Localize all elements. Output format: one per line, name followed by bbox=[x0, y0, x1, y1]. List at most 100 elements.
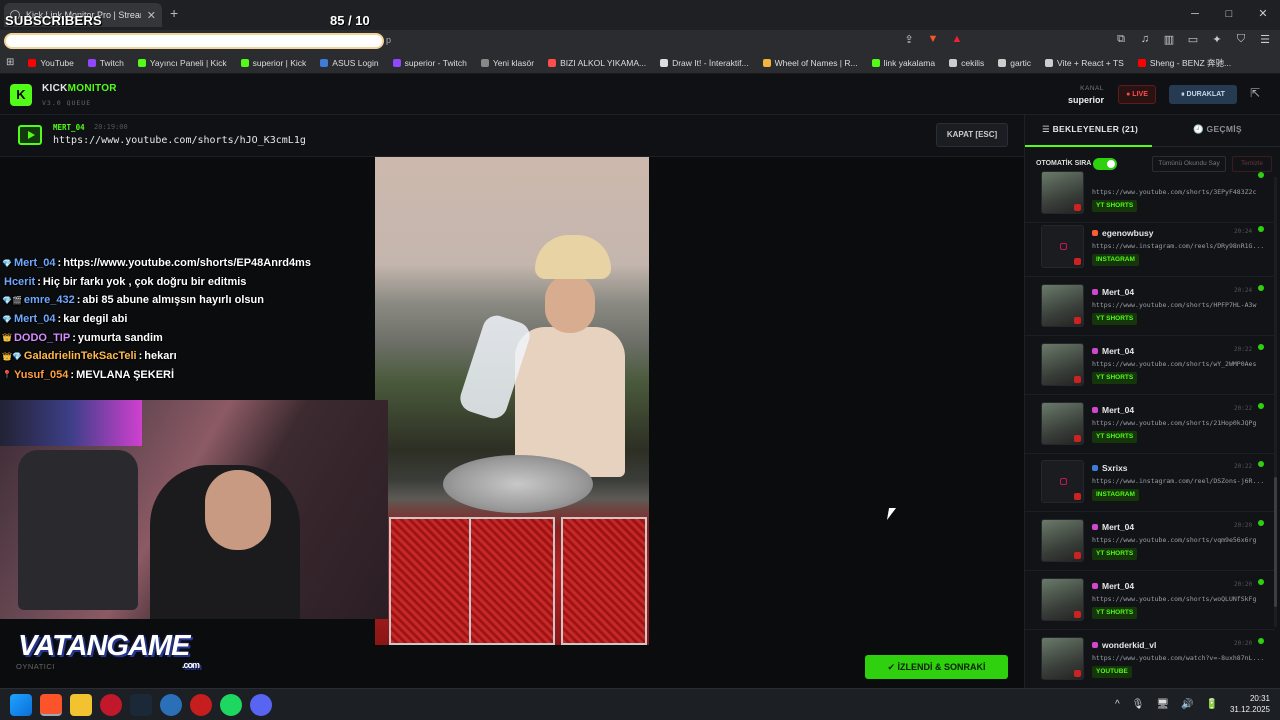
close-player-button[interactable]: KAPAT [ESC] bbox=[936, 123, 1008, 147]
chat-message: 💎 Mert_04: https://www.youtube.com/shorts/… bbox=[0, 254, 380, 273]
tray-chevron-icon[interactable]: ^ bbox=[1115, 699, 1120, 710]
queue-item[interactable]: Sxrixs 20:22 https://www.instagram.com/ree… bbox=[1025, 456, 1275, 512]
queue-item[interactable]: Mert_04 20:20 https://www.youtube.com/shor… bbox=[1025, 515, 1275, 571]
online-indicator-icon bbox=[1258, 520, 1264, 526]
bookmark-item[interactable]: Yeni klasör bbox=[480, 58, 534, 68]
bookmark-item[interactable]: gartic bbox=[998, 58, 1031, 68]
monitor-icon[interactable]: 🖥 bbox=[1156, 699, 1169, 710]
queue-url[interactable]: https://www.instagram.com/reel/DSZons-j6… bbox=[1092, 477, 1264, 485]
online-indicator-icon bbox=[1258, 226, 1264, 232]
bookmark-item[interactable]: Draw It! - İnteraktif... bbox=[660, 58, 749, 68]
sidebar-icon[interactable]: ▥ bbox=[1162, 33, 1176, 46]
queue-username-text: wonderkid_vl bbox=[1102, 640, 1157, 650]
queue-url[interactable]: https://www.youtube.com/shorts/vqm9e56x6… bbox=[1092, 536, 1264, 544]
queue-item[interactable]: Mert_04 20:20 https://www.youtube.com/shor… bbox=[1025, 574, 1275, 630]
new-tab-button[interactable]: + bbox=[170, 5, 178, 21]
maximize-button[interactable]: □ bbox=[1212, 0, 1246, 28]
queue-url[interactable]: https://www.instagram.com/reels/DRy98nR1… bbox=[1092, 242, 1264, 250]
chat-message: 💎 Mert_04: kar degil abi bbox=[0, 310, 380, 329]
queue-item[interactable]: wonderkid_vl 20:20 https://www.youtube.com… bbox=[1025, 633, 1275, 688]
bookmark-item[interactable]: Sheng - BENZ 奔驰... bbox=[1137, 57, 1231, 69]
chat-username[interactable]: emre_432 bbox=[24, 294, 75, 306]
bookmark-item[interactable]: Vite + React + TS bbox=[1045, 58, 1124, 68]
share-icon[interactable]: ⇪ bbox=[902, 33, 916, 46]
battery-icon[interactable]: 🔋 bbox=[1206, 699, 1218, 710]
queue-platform-tag: INSTAGRAM bbox=[1092, 254, 1139, 266]
queue-url[interactable]: https://www.youtube.com/shorts/woQLUNfSk… bbox=[1092, 595, 1264, 603]
bookmark-item[interactable]: Yayıncı Paneli | Kick bbox=[137, 58, 227, 68]
bookmark-item[interactable]: cekilis bbox=[949, 58, 984, 68]
bookmark-item[interactable]: BIZI ALKOL YIKAMA... bbox=[548, 58, 646, 68]
chat-message: 💎🎬 emre_432: abi 85 abune almışsın hayırlı… bbox=[0, 291, 380, 310]
chat-separator: : bbox=[76, 294, 81, 307]
bookmark-label: Wheel of Names | R... bbox=[774, 57, 858, 68]
queue-url[interactable]: https://www.youtube.com/shorts/21Hop0kJQ… bbox=[1092, 419, 1264, 427]
queue-item[interactable]: egenowbusy 20:24 https://www.instagram.com… bbox=[1025, 221, 1275, 277]
queue-item[interactable]: https://www.youtube.com/shorts/3EPyF483Z… bbox=[1025, 167, 1275, 223]
minimize-button[interactable]: ─ bbox=[1178, 0, 1212, 28]
menu-icon[interactable]: ☰ bbox=[1258, 33, 1272, 46]
subscribers-overlay-label: SUBSCRIBERS bbox=[5, 13, 102, 28]
red-app-icon[interactable] bbox=[190, 694, 212, 716]
media-icon[interactable]: ♫ bbox=[1138, 33, 1152, 46]
queue-item[interactable]: Mert_04 20:22 https://www.youtube.com/shor… bbox=[1025, 339, 1275, 395]
tab-queue[interactable]: ☰ BEKLEYENLER (21) bbox=[1042, 124, 1138, 135]
popout-icon[interactable]: ⇱ bbox=[1250, 86, 1260, 100]
os-taskbar: ^ 🎙 🖥 🔊 🔋 20:31 31.12.2025 bbox=[0, 688, 1280, 720]
queue-item[interactable]: Mert_04 20:22 https://www.youtube.com/shor… bbox=[1025, 398, 1275, 454]
chat-username[interactable]: Mert_04 bbox=[14, 313, 56, 325]
taskbar-clock[interactable]: 20:31 31.12.2025 bbox=[1230, 693, 1270, 715]
extensions-icon[interactable]: ⧉ bbox=[1114, 33, 1128, 46]
queue-url[interactable]: https://www.youtube.com/shorts/HPFP7HL-A… bbox=[1092, 301, 1264, 309]
globe-app-icon[interactable] bbox=[160, 694, 182, 716]
now-playing-url[interactable]: https://www.youtube.com/shorts/hJO_K3cmL… bbox=[53, 135, 306, 146]
vpn-icon[interactable]: ⛉ bbox=[1234, 33, 1248, 46]
queue-thumbnail bbox=[1041, 402, 1084, 445]
windows-start-icon[interactable] bbox=[10, 694, 32, 716]
bookmark-item[interactable]: Twitch bbox=[87, 58, 124, 68]
player-label: OYNATICI bbox=[16, 662, 55, 671]
queue-item[interactable]: Mert_04 20:24 https://www.youtube.com/shor… bbox=[1025, 280, 1275, 336]
bookmark-item[interactable]: superior | Kick bbox=[240, 58, 306, 68]
bookmark-item[interactable]: superior - Twitch bbox=[392, 58, 467, 68]
rewards-icon[interactable]: ▲ bbox=[950, 33, 964, 46]
leo-icon[interactable]: ✦ bbox=[1210, 33, 1224, 46]
queue-url[interactable]: https://www.youtube.com/watch?v=-8uxh87n… bbox=[1092, 654, 1264, 662]
spotify-icon[interactable] bbox=[220, 694, 242, 716]
close-window-button[interactable]: ✕ bbox=[1246, 0, 1280, 28]
watched-next-button[interactable]: ✔ İZLENDİ & SONRAKİ bbox=[865, 655, 1008, 679]
bookmark-item[interactable]: YouTube bbox=[28, 58, 74, 68]
bookmark-item[interactable]: Wheel of Names | R... bbox=[762, 57, 858, 68]
bookmark-favicon-icon bbox=[240, 58, 249, 67]
queue-url[interactable]: https://www.youtube.com/shorts/wY_2WMP0A… bbox=[1092, 360, 1264, 368]
volume-icon[interactable]: 🔊 bbox=[1181, 699, 1193, 710]
steam-icon[interactable] bbox=[130, 694, 152, 716]
source-badge-icon bbox=[1074, 493, 1081, 500]
bookmark-item[interactable]: ASUS Login bbox=[320, 58, 379, 68]
brave-browser-icon[interactable] bbox=[40, 694, 62, 716]
chat-username[interactable]: Yusuf_054 bbox=[14, 369, 68, 381]
address-input[interactable] bbox=[4, 33, 384, 49]
instagram-icon bbox=[1060, 478, 1067, 485]
microphone-icon[interactable]: 🎙 bbox=[1132, 699, 1145, 710]
chat-username[interactable]: Mert_04 bbox=[14, 257, 56, 269]
webcam-overlay bbox=[0, 400, 388, 619]
queue-scrollbar[interactable] bbox=[1274, 177, 1277, 627]
wallet-icon[interactable]: ▭ bbox=[1186, 33, 1200, 46]
apps-grid-icon[interactable]: ⊞ bbox=[6, 57, 14, 68]
webcam-monitor bbox=[0, 400, 142, 446]
chat-username[interactable]: DODO_TIP bbox=[14, 332, 70, 344]
brave-shield-icon[interactable]: ▼ bbox=[926, 33, 940, 46]
live-button[interactable]: ● LIVE bbox=[1118, 85, 1156, 104]
discord-icon[interactable] bbox=[250, 694, 272, 716]
tab-close-icon[interactable]: ✕ bbox=[147, 9, 156, 22]
maps-app-icon[interactable] bbox=[100, 694, 122, 716]
file-explorer-icon[interactable] bbox=[70, 694, 92, 716]
queue-url[interactable]: https://www.youtube.com/shorts/3EPyF483Z… bbox=[1092, 188, 1264, 196]
bookmark-item[interactable]: link yakalama bbox=[871, 58, 935, 68]
video-player[interactable] bbox=[375, 157, 649, 645]
tab-history[interactable]: 🕘 GEÇMİŞ bbox=[1193, 124, 1242, 135]
chat-username[interactable]: GaladrielinTekSacTeli bbox=[24, 350, 137, 362]
chat-username[interactable]: Hcerit bbox=[4, 276, 35, 288]
pause-button[interactable]: ⏸ DURAKLAT bbox=[1169, 85, 1237, 104]
